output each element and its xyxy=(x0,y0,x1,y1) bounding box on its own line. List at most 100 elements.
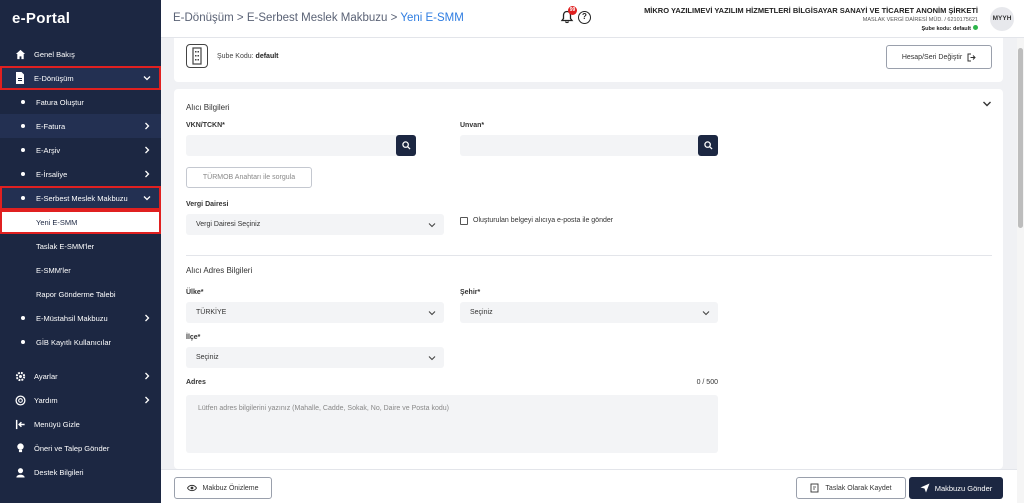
sidebar-item-e-fatura[interactable]: E-Fatura xyxy=(0,114,161,138)
address-textarea[interactable]: Lütfen adres bilgilerini yazınız (Mahall… xyxy=(186,395,718,453)
sidebar-item-gib-kayitli[interactable]: GİB Kayıtlı Kullanıcılar xyxy=(0,330,161,354)
chevron-down-icon xyxy=(143,196,151,201)
breadcrumb: E-Dönüşüm > E-Serbest Meslek Makbuzu > Y… xyxy=(173,12,464,24)
branch-icon xyxy=(186,44,208,68)
country-value: TÜRKİYE xyxy=(196,309,227,316)
branch-code: Şube Kodu: default xyxy=(217,53,279,60)
app-logo[interactable]: e-Portal xyxy=(12,10,70,27)
sidebar-item-label: E-İrsaliye xyxy=(36,169,68,179)
chevron-right-icon xyxy=(145,372,150,380)
sidebar-item-label: Yeni E-SMM xyxy=(36,217,78,227)
chevron-right-icon xyxy=(145,146,150,154)
sidebar-item-label: E-Serbest Meslek Makbuzu xyxy=(36,193,128,203)
sidebar-item-ayarlar[interactable]: Ayarlar xyxy=(0,364,161,388)
vkn-label: VKN/TCKN* xyxy=(186,122,225,129)
sidebar-item-e-arsiv[interactable]: E-Arşiv xyxy=(0,138,161,162)
sidebar-item-label: Ayarlar xyxy=(34,371,58,381)
logout-icon xyxy=(967,53,976,61)
address-label: Adres xyxy=(186,379,206,386)
sidebar-item-label: Öneri ve Talep Gönder xyxy=(34,443,110,453)
lifebuoy-icon xyxy=(14,394,26,406)
sidebar-item-oneri[interactable]: Öneri ve Talep Gönder xyxy=(0,436,161,460)
sidebar-item-rapor-gonderme[interactable]: Rapor Gönderme Talebi xyxy=(0,282,161,306)
send-receipt-label: Makbuzu Gönder xyxy=(934,483,993,493)
sidebar-item-label: E-Arşiv xyxy=(36,145,61,155)
change-account-label: Hesap/Seri Değiştir xyxy=(901,53,963,61)
email-checkbox[interactable] xyxy=(460,217,468,225)
title-search-button[interactable] xyxy=(698,135,718,156)
document-icon xyxy=(14,72,26,84)
chevron-right-icon xyxy=(145,170,150,178)
tax-info: MASLAK VERGİ DAİRESİ MÜD. / 6210175621 xyxy=(862,17,978,23)
sidebar-item-destek[interactable]: Destek Bilgileri xyxy=(0,460,161,484)
bullet-icon xyxy=(21,316,25,320)
branch-card: Şube Kodu: default Hesap/Seri Değiştir xyxy=(174,38,1003,82)
branch-code-value: default xyxy=(255,53,279,60)
sidebar-item-yardim[interactable]: Yardım xyxy=(0,388,161,412)
send-receipt-button[interactable]: Makbuzu Gönder xyxy=(909,477,1003,499)
preview-button[interactable]: Makbuz Önizleme xyxy=(174,477,272,499)
gear-icon xyxy=(14,370,26,382)
country-select[interactable]: TÜRKİYE xyxy=(186,302,444,323)
send-icon xyxy=(920,483,930,493)
sidebar-item-taslak-e-smm[interactable]: Taslak E-SMM'ler xyxy=(0,234,161,258)
breadcrumb-e-smm[interactable]: E-Serbest Meslek Makbuzu xyxy=(247,12,388,24)
chevron-right-icon xyxy=(145,122,150,130)
chevron-down-icon xyxy=(428,356,436,361)
collapse-chevron-icon[interactable] xyxy=(982,99,992,109)
address-char-counter: 0 / 500 xyxy=(696,379,718,386)
sidebar-item-e-donusum[interactable]: E-Dönüşüm xyxy=(0,66,161,90)
sidebar-item-menuyu-gizle[interactable]: Menüyü Gizle xyxy=(0,412,161,436)
district-value: Seçiniz xyxy=(196,354,219,361)
avatar[interactable]: MYYH xyxy=(990,7,1014,31)
branch-status: Şube kodu: default xyxy=(644,25,978,32)
city-select[interactable]: Seçiniz xyxy=(460,302,718,323)
help-icon[interactable]: ? xyxy=(578,11,591,24)
tax-office-value: Vergi Dairesi Seçiniz xyxy=(196,221,261,228)
bullet-icon xyxy=(21,172,25,176)
sidebar-item-label: GİB Kayıtlı Kullanıcılar xyxy=(36,337,112,347)
tax-office-select[interactable]: Vergi Dairesi Seçiniz xyxy=(186,214,444,235)
email-checkbox-label: Oluşturulan belgeyi alıcıya e-posta ile … xyxy=(473,217,614,224)
sidebar-item-label: E-Fatura xyxy=(36,121,66,131)
sidebar-item-e-smmler[interactable]: E-SMM'ler xyxy=(0,258,161,282)
scrollbar-thumb[interactable] xyxy=(1018,48,1023,228)
top-bar: E-Dönüşüm > E-Serbest Meslek Makbuzu > Y… xyxy=(161,0,1024,38)
company-info: MİKRO YAZILIMEVİ YAZILIM HİZMETLERİ BİLG… xyxy=(644,6,978,32)
page-scrollbar[interactable] xyxy=(1017,38,1024,503)
turmob-query-button[interactable]: TÜRMOB Anahtarı ile sorgula xyxy=(186,167,312,188)
sidebar-item-fatura-olustur[interactable]: Fatura Oluştur xyxy=(0,90,161,114)
bullet-icon xyxy=(21,124,25,128)
chevron-down-icon xyxy=(702,311,710,316)
district-select[interactable]: Seçiniz xyxy=(186,347,444,368)
tax-office-label: Vergi Dairesi xyxy=(186,201,229,208)
save-draft-button[interactable]: Taslak Olarak Kaydet xyxy=(796,477,906,499)
sidebar-item-e-irsaliye[interactable]: E-İrsaliye xyxy=(0,162,161,186)
district-label: İlçe* xyxy=(186,334,201,341)
change-account-button[interactable]: Hesap/Seri Değiştir xyxy=(886,45,992,69)
section-divider xyxy=(186,255,992,256)
sidebar-item-yeni-e-smm[interactable]: Yeni E-SMM xyxy=(0,210,161,234)
chevron-down-icon xyxy=(428,311,436,316)
vkn-input[interactable] xyxy=(186,135,416,156)
sidebar-item-label: Fatura Oluştur xyxy=(36,97,84,107)
search-icon xyxy=(703,141,713,150)
preview-button-label: Makbuz Önizleme xyxy=(202,484,259,492)
vkn-search-button[interactable] xyxy=(396,135,416,156)
chevron-down-icon xyxy=(143,76,151,81)
sidebar-item-e-smm[interactable]: E-Serbest Meslek Makbuzu xyxy=(0,186,161,210)
sidebar-item-label: Menüyü Gizle xyxy=(34,419,80,429)
collapse-menu-icon xyxy=(14,418,26,430)
sidebar-item-e-mustahsil[interactable]: E-Müstahsil Makbuzu xyxy=(0,306,161,330)
city-value: Seçiniz xyxy=(470,309,493,316)
city-label: Şehir* xyxy=(460,289,481,296)
sidebar-item-label: E-SMM'ler xyxy=(36,265,71,275)
sidebar-item-overview[interactable]: Genel Bakış xyxy=(0,42,161,66)
chevron-right-icon xyxy=(145,314,150,322)
recipient-section-title: Alıcı Bilgileri xyxy=(186,103,230,112)
breadcrumb-e-donusum[interactable]: E-Dönüşüm xyxy=(173,12,234,24)
save-draft-icon xyxy=(810,483,819,493)
address-section-title: Alıcı Adres Bilgileri xyxy=(186,266,253,275)
title-label: Unvan* xyxy=(460,122,485,129)
title-input[interactable] xyxy=(460,135,718,156)
